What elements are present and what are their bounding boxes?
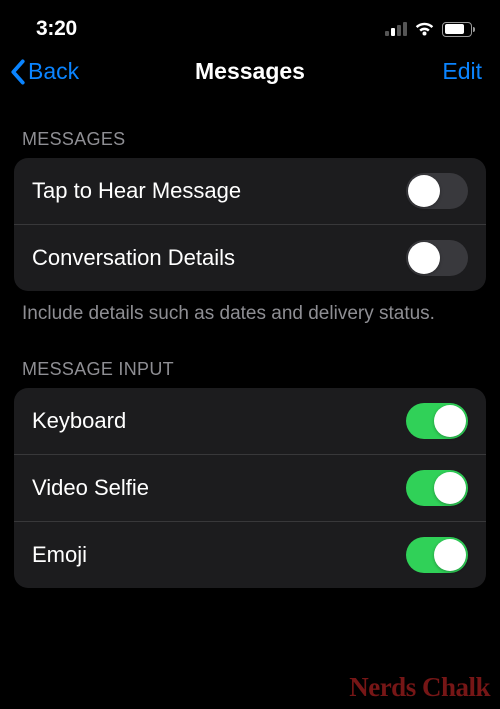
- toggle-conversation-details[interactable]: [406, 240, 468, 276]
- edit-button[interactable]: Edit: [442, 58, 482, 85]
- row-emoji[interactable]: Emoji: [14, 522, 486, 588]
- section-header-messages: Messages: [0, 101, 500, 158]
- row-tap-to-hear[interactable]: Tap to Hear Message: [14, 158, 486, 225]
- row-video-selfie[interactable]: Video Selfie: [14, 455, 486, 522]
- chevron-left-icon: [10, 59, 26, 85]
- section-footer-messages: Include details such as dates and delive…: [0, 291, 500, 327]
- status-time: 3:20: [36, 17, 77, 41]
- toggle-video-selfie[interactable]: [406, 470, 468, 506]
- row-keyboard[interactable]: Keyboard: [14, 388, 486, 455]
- wifi-icon: [414, 22, 435, 37]
- setting-label: Emoji: [32, 542, 87, 568]
- watermark: Nerds Chalk: [349, 672, 490, 703]
- section-header-input: Message Input: [0, 327, 500, 388]
- status-bar: 3:20: [0, 0, 500, 50]
- back-label: Back: [28, 58, 79, 85]
- setting-label: Conversation Details: [32, 245, 235, 271]
- toggle-emoji[interactable]: [406, 537, 468, 573]
- row-conversation-details[interactable]: Conversation Details: [14, 225, 486, 291]
- toggle-tap-to-hear[interactable]: [406, 173, 468, 209]
- battery-icon: [442, 22, 472, 37]
- nav-bar: Back Messages Edit: [0, 50, 500, 101]
- settings-group-input: Keyboard Video Selfie Emoji: [14, 388, 486, 588]
- setting-label: Tap to Hear Message: [32, 178, 241, 204]
- back-button[interactable]: Back: [10, 58, 79, 85]
- setting-label: Keyboard: [32, 408, 126, 434]
- settings-group-messages: Tap to Hear Message Conversation Details: [14, 158, 486, 291]
- setting-label: Video Selfie: [32, 475, 149, 501]
- cellular-signal-icon: [385, 22, 407, 36]
- toggle-keyboard[interactable]: [406, 403, 468, 439]
- status-icons: [385, 22, 472, 37]
